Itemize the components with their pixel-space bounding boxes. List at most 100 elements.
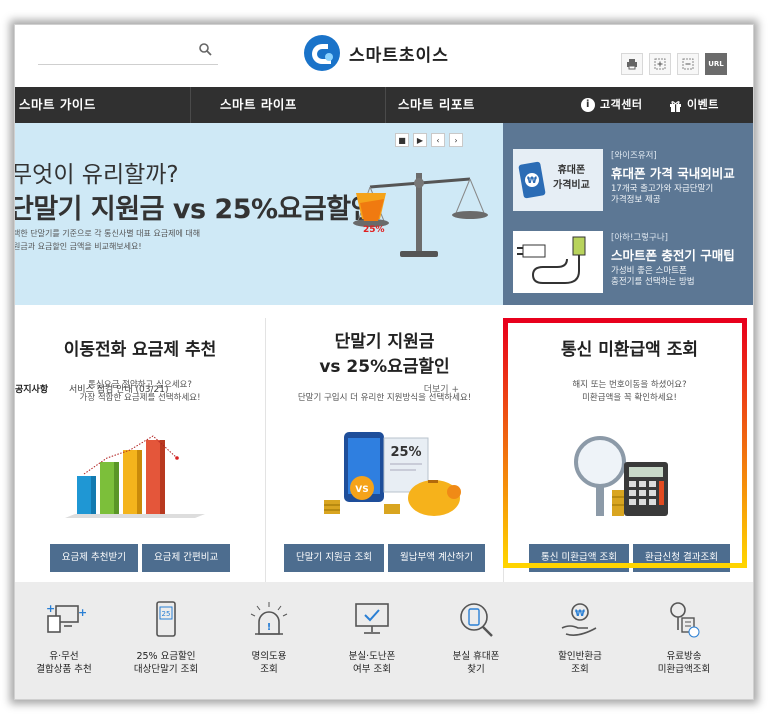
quick-item-label: 분실 휴대폰 bbox=[452, 651, 500, 662]
banner-desc-line: 택한 단말기를 기준으로 각 통신사별 대표 요금제에 대해 bbox=[14, 229, 201, 238]
quick-item-paid-broadcast[interactable]: 유료방송 미환급액조회 bbox=[635, 600, 733, 676]
nav-divider bbox=[190, 87, 191, 123]
quick-item-label: 할인반환금 bbox=[558, 651, 602, 662]
svg-text:!: ! bbox=[267, 622, 272, 633]
quick-item-label: 찾기 bbox=[467, 664, 485, 675]
price-compare-thumbnail: ₩ 휴대폰 가격비교 bbox=[513, 149, 603, 211]
thumb-label: 가격비교 bbox=[553, 180, 590, 191]
quick-menu: + + 유·무선 결합상품 추천 25 25% 요금할인 대상단말기 조회 ! bbox=[15, 582, 753, 699]
banner-badge: 25% bbox=[363, 225, 385, 235]
side-panel: ₩ 휴대폰 가격비교 [와이즈유저] 휴대폰 가격 국내외비교 17개국 출고가… bbox=[503, 123, 753, 305]
zoom-in-icon[interactable] bbox=[649, 53, 671, 75]
phone-piggybank-icon: 25% VS bbox=[324, 432, 461, 516]
side-card-tag: [아하!그렇구나] bbox=[611, 233, 668, 243]
nav-support-label: 고객센터 bbox=[600, 98, 643, 111]
side-card-desc: 가격정보 제공 bbox=[611, 195, 661, 205]
side-card-title: 휴대폰 가격 국내외비교 bbox=[611, 166, 735, 181]
feature-desc: 통신요금 절약하고 싶으세요? bbox=[88, 380, 192, 390]
quick-item-label: 25% 요금할인 bbox=[136, 651, 196, 662]
side-card-text: [와이즈유저] 휴대폰 가격 국내외비교 17개국 출고가와 자급단말기 가격정… bbox=[611, 149, 751, 206]
search-icon[interactable] bbox=[198, 42, 212, 56]
balance-scale-icon bbox=[353, 173, 488, 257]
svg-text:₩: ₩ bbox=[575, 609, 585, 619]
zoom-out-icon[interactable] bbox=[677, 53, 699, 75]
print-icon[interactable] bbox=[621, 53, 643, 75]
feature-plan-recommend: 이동전화 요금제 추천 통신요금 절약하고 싶으세요? 가장 적합한 요금제를 … bbox=[15, 318, 265, 582]
nav-divider bbox=[385, 87, 386, 123]
main-nav: 스마트 가이드 스마트 라이프 스마트 리포트 i 고객센터 이벤트 bbox=[15, 87, 753, 123]
site-header: 스마트초이스 URL bbox=[15, 25, 753, 87]
quick-item-label: 여부 조회 bbox=[353, 664, 391, 675]
phone-search-icon bbox=[460, 603, 493, 637]
badge-pct: 25% bbox=[390, 445, 421, 460]
plan-compare-button[interactable]: 요금제 간편비교 bbox=[142, 544, 231, 572]
feature-buttons: 단말기 지원금 조회 월납부액 계산하기 bbox=[266, 544, 503, 572]
feature-title: vs 25%요금할인 bbox=[319, 357, 450, 377]
banner-next-icon[interactable]: › bbox=[449, 133, 463, 147]
logo-mark-icon bbox=[304, 35, 340, 71]
highlight-frame bbox=[503, 318, 747, 568]
quick-item-lost-stolen[interactable]: 분실·도난폰 여부 조회 bbox=[323, 600, 421, 676]
banner-desc-line: 원금과 요금할인 금액을 비교해보세요! bbox=[14, 242, 142, 251]
banner-subtitle: 무엇이 유리할까? bbox=[14, 162, 179, 188]
nav-item-smart-guide[interactable]: 스마트 가이드 bbox=[19, 87, 96, 123]
quick-item-label: 결합상품 추천 bbox=[36, 664, 92, 675]
quick-item-label: 대상단말기 조회 bbox=[133, 664, 199, 675]
main-banner[interactable]: ■ ▶ ‹ › 무엇이 유리할까? 단말기 지원금 vs 25%요금할인 택한 … bbox=[14, 123, 503, 403]
nav-event-label: 이벤트 bbox=[687, 98, 719, 111]
feature-subsidy-vs-discount: 단말기 지원금 vs 25%요금할인 단말기 구입시 더 유리한 지원방식을 선… bbox=[266, 318, 503, 582]
monitor-check-icon bbox=[355, 603, 389, 634]
nav-event[interactable]: 이벤트 bbox=[669, 87, 719, 123]
nav-item-smart-report[interactable]: 스마트 리포트 bbox=[398, 87, 475, 123]
side-card-desc: 가성비 좋은 스마트폰 bbox=[611, 266, 687, 276]
gift-icon bbox=[670, 100, 681, 112]
broadcast-refund-icon bbox=[670, 602, 700, 638]
quick-item-label: 분실·도난폰 bbox=[348, 651, 396, 662]
search-input[interactable] bbox=[38, 37, 218, 65]
badge-vs: VS bbox=[355, 485, 368, 495]
phone-discount-icon: 25 bbox=[156, 601, 176, 637]
nav-support[interactable]: i 고객센터 bbox=[581, 87, 642, 123]
feature-buttons: 요금제 추천받기 요금제 간편비교 bbox=[15, 544, 265, 572]
quick-item-bundle[interactable]: + + 유·무선 결합상품 추천 bbox=[15, 600, 113, 676]
feature-title: 단말기 지원금 bbox=[334, 332, 435, 352]
site-logo[interactable]: 스마트초이스 bbox=[303, 33, 483, 73]
side-card-desc: 충전기를 선택하는 방법 bbox=[611, 277, 695, 287]
refund-hand-icon: ₩ bbox=[561, 603, 597, 636]
banner-title: 단말기 지원금 vs 25%요금할인 bbox=[14, 194, 375, 225]
quick-item-label: 조회 bbox=[260, 664, 278, 675]
tool-icons: URL bbox=[621, 53, 727, 75]
quick-item-identity-theft[interactable]: ! 명의도용 조회 bbox=[220, 600, 318, 676]
banner-stop-icon[interactable]: ■ bbox=[395, 133, 409, 147]
banner-controls: ■ ▶ ‹ › bbox=[395, 133, 463, 147]
url-icon[interactable]: URL bbox=[705, 53, 727, 75]
side-card-price-compare[interactable]: ₩ 휴대폰 가격비교 [와이즈유저] 휴대폰 가격 국내외비교 17개국 출고가… bbox=[513, 149, 745, 211]
quick-item-find-phone[interactable]: 분실 휴대폰 찾기 bbox=[427, 600, 525, 676]
quick-item-label: 조회 bbox=[571, 664, 589, 675]
nav-item-smart-life[interactable]: 스마트 라이프 bbox=[220, 87, 297, 123]
banner-play-icon[interactable]: ▶ bbox=[413, 133, 427, 147]
feature-title: 이동전화 요금제 추천 bbox=[63, 340, 217, 360]
svg-text:+: + bbox=[78, 606, 86, 619]
alarm-icon: ! bbox=[250, 602, 288, 635]
side-card-text: [아하!그렇구나] 스마트폰 충전기 구매팁 가성비 좋은 스마트폰 충전기를 … bbox=[611, 231, 751, 288]
monthly-payment-button[interactable]: 월납부액 계산하기 bbox=[388, 544, 485, 572]
banner-prev-icon[interactable]: ‹ bbox=[431, 133, 445, 147]
side-card-desc: 17개국 출고가와 자급단말기 bbox=[611, 184, 714, 194]
charger-icon bbox=[517, 236, 586, 284]
subsidy-lookup-button[interactable]: 단말기 지원금 조회 bbox=[284, 544, 384, 572]
side-card-charger-tip[interactable]: [아하!그렇구나] 스마트폰 충전기 구매팁 가성비 좋은 스마트폰 충전기를 … bbox=[513, 231, 745, 293]
quick-item-label: 미환급액조회 bbox=[657, 664, 711, 675]
quick-item-discount-devices[interactable]: 25 25% 요금할인 대상단말기 조회 bbox=[117, 600, 215, 676]
plan-recommend-button[interactable]: 요금제 추천받기 bbox=[49, 544, 138, 572]
bar-chart-icon bbox=[65, 435, 205, 518]
logo-text: 스마트초이스 bbox=[349, 45, 449, 66]
thumb-label: 휴대폰 bbox=[557, 165, 586, 176]
devices-icon: + + bbox=[46, 602, 87, 633]
quick-item-label: 유료방송 bbox=[666, 651, 702, 662]
feature-desc: 가장 적합한 요금제를 선택하세요! bbox=[79, 393, 201, 403]
phone-badge: 25 bbox=[162, 610, 171, 618]
side-card-title: 스마트폰 충전기 구매팁 bbox=[611, 248, 735, 263]
quick-item-refund[interactable]: ₩ 할인반환금 조회 bbox=[531, 600, 629, 676]
quick-item-label: 명의도용 bbox=[251, 651, 287, 662]
